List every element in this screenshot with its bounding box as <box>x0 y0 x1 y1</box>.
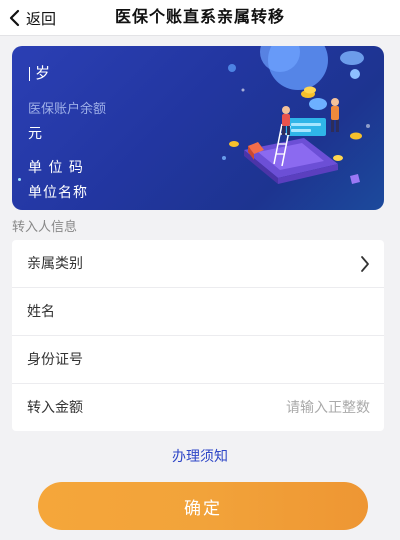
section-title: 转入人信息 <box>12 220 78 235</box>
recipient-form: 亲属类别 姓名 身份证号 转入金额 <box>12 240 384 431</box>
id-number-label: 身份证号 <box>27 352 83 368</box>
back-button[interactable]: 返回 <box>8 0 56 36</box>
age-value-cursor <box>29 67 30 81</box>
relation-type-row[interactable]: 亲属类别 <box>12 240 384 288</box>
back-label: 返回 <box>26 9 57 28</box>
unit-name-label: 单位名称 <box>28 185 88 201</box>
decorative-dot <box>18 178 21 181</box>
balance-label: 医保账户余额 <box>28 102 107 117</box>
nav-bar: 返回 医保个账直系亲属转移 <box>0 0 400 36</box>
chevron-left-icon <box>9 9 20 27</box>
relation-type-label: 亲属类别 <box>27 256 83 272</box>
balance-unit: 元 <box>28 126 42 142</box>
chevron-right-icon <box>361 256 369 272</box>
confirm-button[interactable]: 确定 <box>38 482 368 530</box>
name-label: 姓名 <box>27 304 55 320</box>
amount-row: 转入金额 <box>12 384 384 432</box>
account-card: 岁 医保账户余额 元 单 位 码 单位名称 <box>12 46 384 210</box>
instructions-link[interactable]: 办理须知 <box>0 446 400 466</box>
amount-input[interactable] <box>220 396 370 420</box>
name-row[interactable]: 姓名 <box>12 288 384 336</box>
id-number-row[interactable]: 身份证号 <box>12 336 384 384</box>
unit-code-label: 单 位 码 <box>28 160 84 176</box>
page-title: 医保个账直系亲属转移 <box>114 7 285 26</box>
amount-label: 转入金额 <box>27 400 83 416</box>
age-suffix: 岁 <box>35 64 51 82</box>
